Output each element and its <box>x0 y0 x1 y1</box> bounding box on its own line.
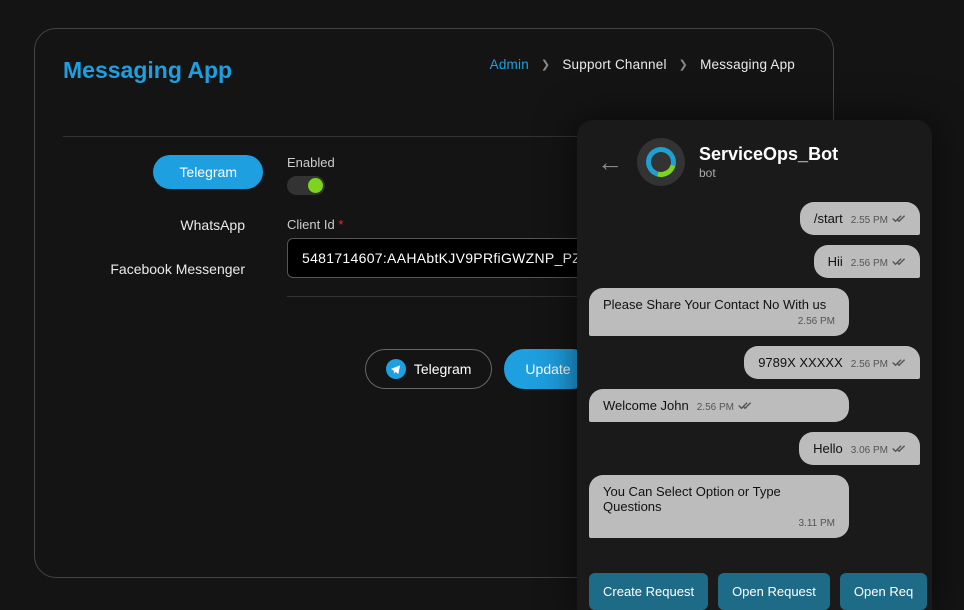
telegram-button[interactable]: Telegram <box>365 349 493 389</box>
chat-message: /start 2.55 PM <box>800 202 920 235</box>
chat-action-open-req[interactable]: Open Req <box>840 573 927 610</box>
tab-telegram[interactable]: Telegram <box>153 155 263 189</box>
chat-message: You Can Select Option or Type Questions 3… <box>589 475 849 538</box>
message-text: /start <box>814 211 843 226</box>
chat-action-open-request[interactable]: Open Request <box>718 573 830 610</box>
required-indicator: * <box>338 217 343 232</box>
back-arrow-icon[interactable]: ← <box>597 149 623 175</box>
chat-title: ServiceOps_Bot <box>699 144 838 165</box>
bot-avatar <box>637 138 685 186</box>
breadcrumb-messaging-app: Messaging App <box>700 57 795 72</box>
telegram-icon <box>386 359 406 379</box>
chat-action-create-request[interactable]: Create Request <box>589 573 708 610</box>
chat-message: Please Share Your Contact No With us 2.56… <box>589 288 849 336</box>
chat-message: Hello 3.06 PM <box>799 432 920 465</box>
chevron-right-icon: ❯ <box>541 58 550 71</box>
message-time: 2.56 PM <box>603 316 835 327</box>
message-time: 2.56 PM <box>697 402 734 413</box>
chevron-right-icon: ❯ <box>679 58 688 71</box>
chat-body: /start2.55 PMHii2.56 PMPlease Share Your… <box>577 196 932 565</box>
chat-message: Hii 2.56 PM <box>814 245 920 278</box>
message-time: 2.55 PM <box>851 215 888 226</box>
chat-message: Welcome John 2.56 PM <box>589 389 849 422</box>
breadcrumb-admin[interactable]: Admin <box>490 57 529 72</box>
chat-quick-actions: Create Request Open Request Open Req <box>577 565 932 610</box>
breadcrumb: Admin ❯ Support Channel ❯ Messaging App <box>490 57 795 72</box>
message-text: Hii <box>828 254 843 269</box>
message-text: 9789X XXXXX <box>758 355 843 370</box>
tab-facebook-messenger[interactable]: Facebook Messenger <box>110 261 263 277</box>
enabled-toggle[interactable] <box>287 176 325 195</box>
chat-header: ← ServiceOps_Bot bot <box>577 120 932 196</box>
message-text: Welcome John <box>603 398 689 413</box>
chat-subtitle: bot <box>699 166 838 180</box>
message-text: Hello <box>813 441 843 456</box>
chat-panel: ← ServiceOps_Bot bot /start 2.55 PM Hii 2.5… <box>577 120 932 610</box>
message-text: Please Share Your Contact No With us <box>603 297 826 312</box>
read-ticks-icon <box>892 355 906 370</box>
tab-whatsapp[interactable]: WhatsApp <box>180 217 263 233</box>
message-text: You Can Select Option or Type Questions <box>603 484 781 514</box>
read-ticks-icon <box>738 398 752 413</box>
breadcrumb-support-channel[interactable]: Support Channel <box>562 57 666 72</box>
message-time: 3.06 PM <box>851 445 888 456</box>
read-ticks-icon <box>892 254 906 269</box>
tabs: Telegram WhatsApp Facebook Messenger <box>63 155 263 389</box>
read-ticks-icon <box>892 211 906 226</box>
message-time: 2.56 PM <box>851 359 888 370</box>
message-time: 2.56 PM <box>851 258 888 269</box>
message-time: 3.11 PM <box>603 518 835 529</box>
read-ticks-icon <box>892 441 906 456</box>
chat-message: 9789X XXXXX 2.56 PM <box>744 346 920 379</box>
